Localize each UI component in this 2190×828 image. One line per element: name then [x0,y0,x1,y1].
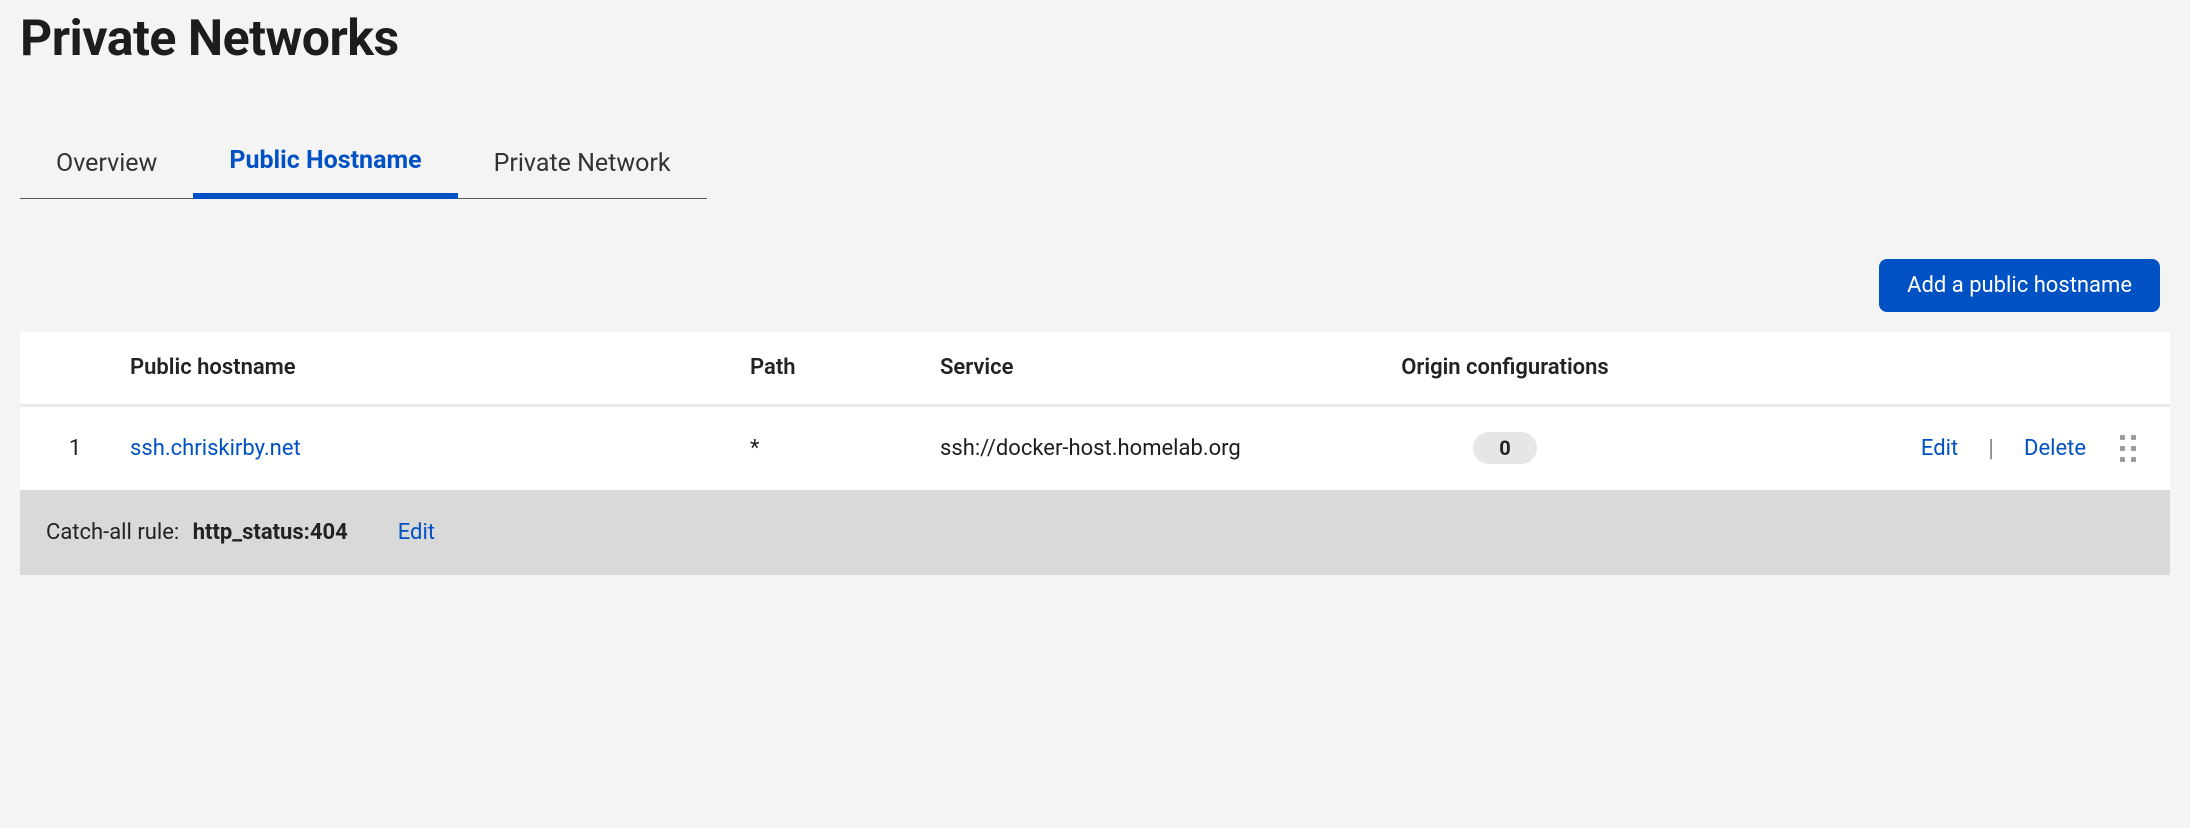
col-header-service: Service [940,355,1370,380]
col-header-hostname: Public hostname [130,355,750,380]
catchall-row: Catch-all rule: http_status:404 Edit [20,490,2170,575]
catchall-value: http_status:404 [193,520,348,545]
delete-link[interactable]: Delete [2024,436,2086,461]
table-row: 1 ssh.chriskirby.net * ssh://docker-host… [20,407,2170,490]
drag-handle-icon[interactable] [2116,431,2140,466]
tab-overview[interactable]: Overview [20,128,193,199]
add-public-hostname-button[interactable]: Add a public hostname [1879,259,2160,312]
row-index: 1 [20,436,130,461]
col-header-path: Path [750,355,940,380]
action-separator: | [1988,434,1994,462]
page-title: Private Networks [20,0,2170,128]
row-origin: 0 [1370,432,1640,464]
catchall-label: Catch-all rule: http_status:404 [46,520,348,545]
row-service: ssh://docker-host.homelab.org [940,436,1370,461]
col-header-origin: Origin configurations [1370,354,1640,382]
hostname-table: Public hostname Path Service Origin conf… [20,332,2170,575]
hostname-link[interactable]: ssh.chriskirby.net [130,436,301,461]
origin-count-badge: 0 [1473,432,1536,464]
catchall-edit-link[interactable]: Edit [398,520,435,545]
table-header-row: Public hostname Path Service Origin conf… [20,332,2170,407]
tab-public-hostname[interactable]: Public Hostname [193,128,457,199]
catchall-label-text: Catch-all rule: [46,520,179,545]
edit-link[interactable]: Edit [1921,436,1958,461]
tabs-container: Overview Public Hostname Private Network [20,128,2170,199]
tab-private-network[interactable]: Private Network [458,128,707,199]
row-path: * [750,436,940,461]
